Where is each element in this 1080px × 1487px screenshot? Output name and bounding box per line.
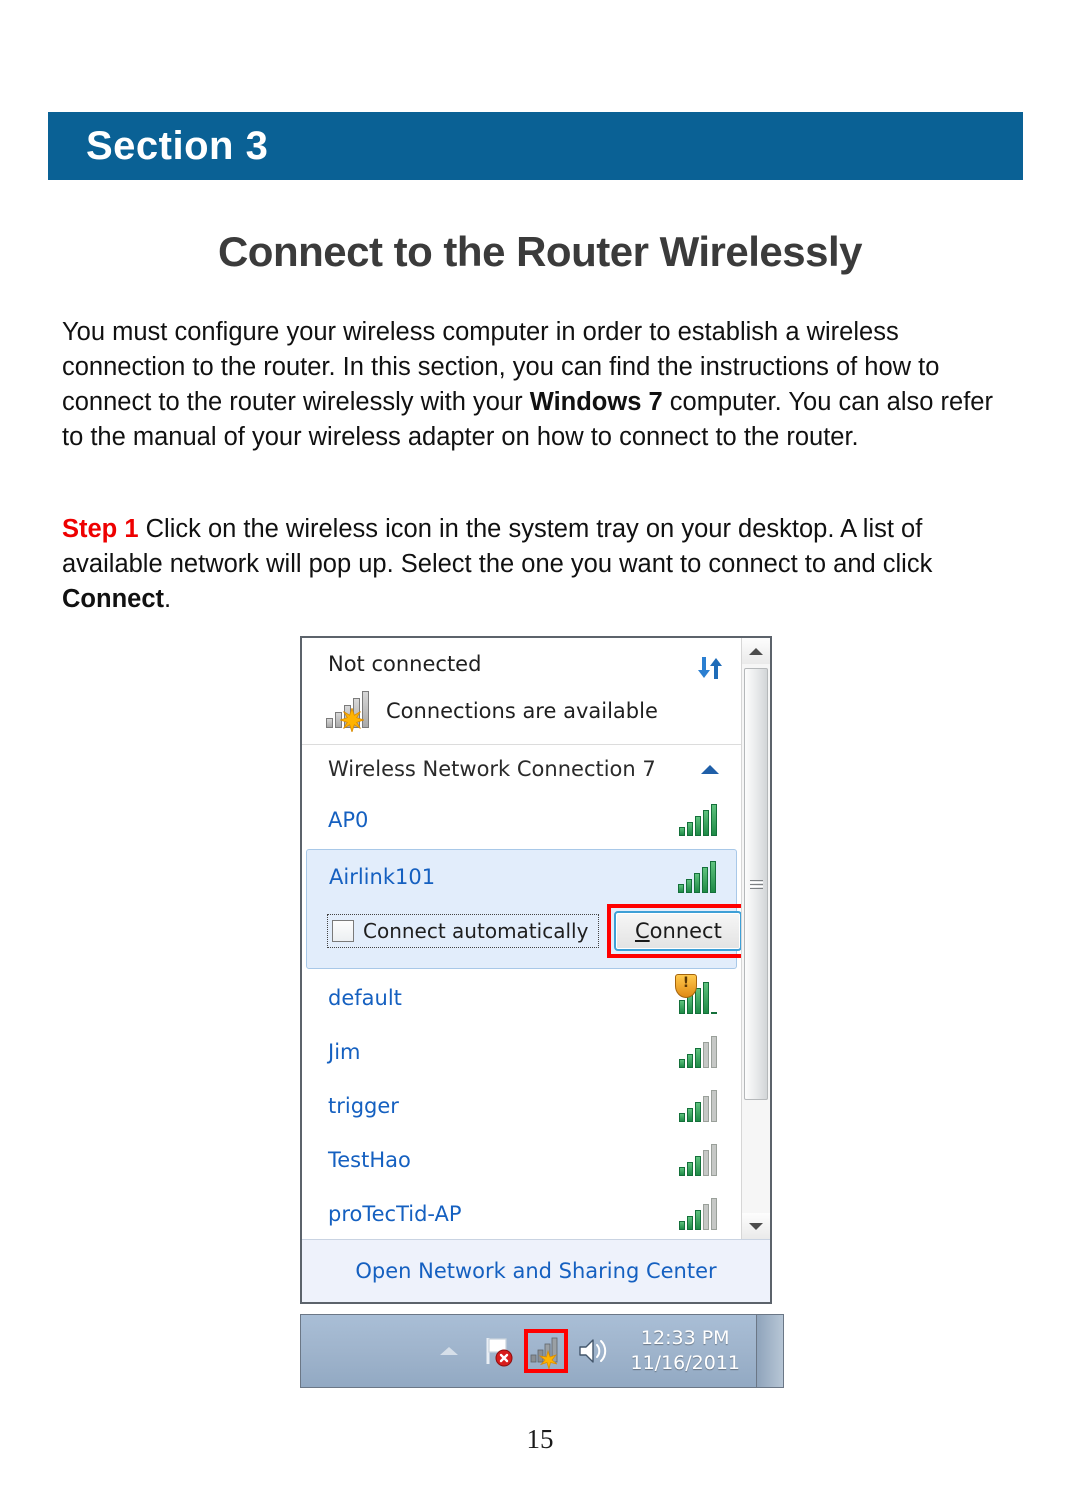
signal-strength-icon	[679, 1090, 719, 1122]
network-list-item-protectid-ap[interactable]: proTecTid-AP	[302, 1187, 741, 1239]
intro-paragraph: You must configure your wireless compute…	[62, 315, 1014, 455]
status-top-row: Not connected	[302, 652, 741, 682]
wireless-tray-icon[interactable]	[528, 1333, 564, 1369]
network-name: default	[328, 986, 402, 1010]
volume-speaker-icon[interactable]	[574, 1333, 610, 1369]
network-name: trigger	[328, 1094, 399, 1118]
step-label: Step 1	[62, 515, 139, 543]
connect-button[interactable]: Connect	[614, 911, 741, 951]
taskbar-clock[interactable]: 12:33 PM 11/16/2011	[630, 1326, 740, 1376]
network-list-item-jim[interactable]: Jim	[302, 1025, 741, 1079]
network-list-item-default[interactable]: default	[302, 971, 741, 1025]
clock-date: 11/16/2011	[630, 1352, 740, 1374]
signal-strength-icon	[679, 804, 719, 836]
scrollbar-grip-icon	[749, 879, 763, 889]
arrow-up-icon	[749, 647, 763, 655]
network-name: proTecTid-AP	[328, 1202, 462, 1226]
page-title: Connect to the Router Wirelessly	[217, 228, 863, 275]
network-row-selected[interactable]: Airlink101	[307, 850, 736, 904]
clock-time: 12:33 PM	[640, 1327, 730, 1349]
network-name: TestHao	[328, 1148, 411, 1172]
refresh-icon[interactable]	[695, 654, 729, 682]
network-list-area: Not connected Connections are available …	[302, 638, 741, 1239]
show-hidden-icons-chevron-icon[interactable]	[440, 1347, 459, 1355]
status-message: Connections are available	[386, 699, 658, 723]
action-center-flag-icon[interactable]	[480, 1333, 516, 1369]
signal-strength-icon-unsecured	[675, 974, 719, 1014]
connect-automatically-label: Connect automatically	[363, 919, 589, 943]
network-list-item-airlink101-selected[interactable]: Airlink101 Connect automatically Connect	[306, 849, 741, 969]
signal-strength-icon	[679, 1144, 719, 1176]
scroll-down-button[interactable]	[742, 1213, 770, 1239]
step-text-part1: Click on the wireless icon in the system…	[62, 515, 933, 578]
show-desktop-button[interactable]	[756, 1315, 783, 1387]
page-number: 15	[526, 1424, 554, 1454]
network-name: Airlink101	[329, 865, 436, 889]
status-title: Not connected	[328, 652, 482, 676]
connect-button-highlight: Connect	[607, 904, 741, 958]
signal-strength-icon	[679, 1036, 719, 1068]
scroll-up-button[interactable]	[742, 638, 770, 664]
section-banner: Section 3	[48, 112, 1023, 180]
wireless-tray-icon-highlight	[524, 1329, 569, 1373]
unsecured-shield-icon	[675, 974, 697, 998]
adapter-name: Wireless Network Connection 7	[328, 757, 656, 781]
arrow-down-icon	[749, 1222, 763, 1230]
connect-automatically-option[interactable]: Connect automatically	[327, 914, 600, 948]
signal-strength-icon	[679, 1198, 719, 1230]
step-1-paragraph: Step 1 Click on the wireless icon in the…	[62, 512, 1014, 617]
scrollbar-track[interactable]	[742, 664, 770, 1213]
network-list-scrollbar[interactable]	[741, 638, 770, 1239]
network-list-item-trigger[interactable]: trigger	[302, 1079, 741, 1133]
network-name: Jim	[328, 1040, 361, 1064]
network-list-item-testhao[interactable]: TestHao	[302, 1133, 741, 1187]
starburst-icon	[340, 708, 364, 732]
connect-controls-row: Connect automatically Connect	[307, 904, 741, 968]
connection-status-block: Not connected Connections are available	[302, 638, 741, 745]
connect-button-label-rest: onnect	[649, 919, 722, 943]
step-bold-connect: Connect	[62, 585, 164, 613]
connections-available-icon	[326, 690, 376, 732]
windows-network-popup-screenshot: Not connected Connections are available …	[300, 636, 784, 1388]
section-banner-label: Section 3	[86, 124, 269, 168]
intro-bold-windows7: Windows 7	[529, 388, 663, 416]
open-network-sharing-center-link[interactable]: Open Network and Sharing Center	[355, 1259, 716, 1283]
network-name: AP0	[328, 808, 369, 832]
network-flyout-window: Not connected Connections are available …	[300, 636, 772, 1304]
signal-strength-icon	[678, 861, 718, 893]
connect-automatically-checkbox[interactable]	[332, 920, 354, 942]
system-tray-taskbar: 12:33 PM 11/16/2011	[300, 1314, 784, 1388]
network-list-item-ap0[interactable]: AP0	[302, 793, 741, 847]
adapter-header[interactable]: Wireless Network Connection 7	[302, 745, 741, 793]
network-flyout-body: Not connected Connections are available …	[302, 638, 770, 1239]
status-bottom-row: Connections are available	[302, 682, 741, 734]
step-text-part2: .	[164, 585, 172, 613]
chevron-up-icon[interactable]	[701, 764, 719, 774]
scrollbar-thumb[interactable]	[744, 668, 768, 1100]
popup-footer: Open Network and Sharing Center	[302, 1239, 770, 1302]
